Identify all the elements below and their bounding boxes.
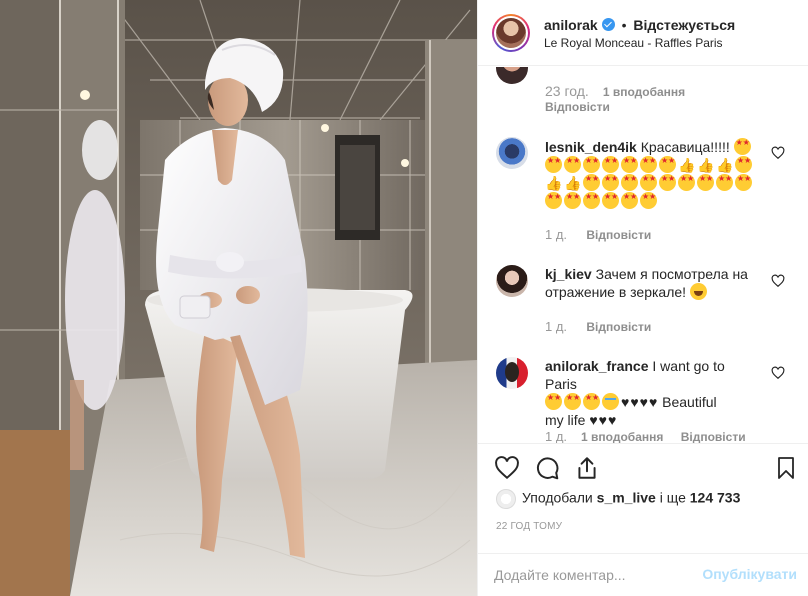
star-eyes-emoji-icon [602,174,619,191]
star-eyes-emoji-icon [659,174,676,191]
comment-meta: 1 д. 1 вподобання Відповісти [545,429,746,443]
verified-badge-icon [601,18,615,31]
star-eyes-emoji-icon [735,156,752,173]
star-eyes-emoji-icon [621,174,638,191]
star-eyes-emoji-icon [545,156,562,173]
star-eyes-emoji-icon [659,156,676,173]
likes-summary[interactable]: Уподобали s_m_live і ще 124 733 [496,489,740,509]
star-eyes-emoji-icon [640,192,657,209]
comment-body: kj_kiev Зачем я посмотрела на отражение … [545,265,760,301]
comments-list[interactable]: 23 год. 1 вподобання Відповісти lesnik_de… [478,67,808,443]
author-avatar[interactable] [492,14,530,52]
post-actions: Уподобали s_m_live і ще 124 733 22 год т… [478,443,808,553]
star-eyes-emoji-icon [678,174,695,191]
separator-dot: • [621,17,627,33]
black-heart-emoji-icon: ♥ [648,394,658,410]
post-header: anilorak • Відстежується Le Royal Moncea… [478,0,808,66]
add-comment-bar: Опублікувати [478,553,808,596]
comment-username[interactable]: anilorak_france [545,358,649,374]
share-icon[interactable] [574,455,600,481]
comment-likes[interactable]: 1 вподобання [603,85,685,99]
comment-meta: 1 д. Відповісти [545,227,651,242]
post-sidebar: anilorak • Відстежується Le Royal Moncea… [477,0,808,596]
following-button[interactable]: Відстежується [633,17,735,33]
star-eyes-emoji-icon [545,393,562,410]
star-eyes-emoji-icon [564,156,581,173]
reply-button[interactable]: Відповісти [586,228,651,242]
star-eyes-emoji-icon [621,156,638,173]
thumbs-up-emoji-icon [697,156,714,174]
star-eyes-emoji-icon [564,393,581,410]
comment-text: Beautiful [662,394,717,410]
star-eyes-emoji-icon [602,192,619,209]
star-eyes-emoji-icon [583,174,600,191]
thumbs-up-emoji-icon [564,174,581,192]
star-eyes-emoji-icon [583,192,600,209]
author-username[interactable]: anilorak [544,17,598,33]
star-eyes-emoji-icon [583,393,600,410]
comment-time: 1 д. [545,429,568,443]
star-eyes-emoji-icon [733,138,751,155]
comment-time: 1 д. [545,319,568,334]
comment-username[interactable]: lesnik_den4ik [545,139,637,155]
black-heart-emoji-icon: ♥ [621,394,630,410]
star-eyes-emoji-icon [697,174,714,191]
comment-body: anilorak_france I want go to Paris ♥♥♥♥ … [545,357,760,429]
like-comment-heart-icon[interactable] [771,274,785,288]
liker-username[interactable]: s_m_live [597,490,656,506]
thumbs-up-emoji-icon [716,156,733,174]
star-eyes-emoji-icon [640,174,657,191]
comment-meta: 1 д. Відповісти [545,319,651,334]
star-eyes-emoji-icon [621,192,638,209]
laughing-tears-emoji-icon [689,283,707,300]
location-link[interactable]: Le Royal Monceau - Raffles Paris [544,36,723,50]
post-comment-button[interactable]: Опублікувати [702,566,797,582]
post-photo[interactable] [0,0,477,596]
comment-icon[interactable] [534,455,560,481]
heart-icon[interactable] [494,455,520,481]
comment-body: lesnik_den4ik Красавица!!!!! [545,138,760,210]
black-heart-emoji-icon: ♥ [630,394,639,410]
author-line: anilorak • Відстежується [544,17,735,33]
star-eyes-emoji-icon [735,174,752,191]
reply-button[interactable]: Відповісти [586,320,651,334]
comment-username[interactable]: kj_kiev [545,266,592,282]
black-heart-emoji-icon: ♥ [598,412,607,428]
thumbs-up-emoji-icon [678,156,695,174]
star-eyes-emoji-icon [602,156,619,173]
comment-input[interactable] [494,562,704,588]
star-eyes-emoji-icon [545,192,562,209]
liker-avatar[interactable] [496,489,516,509]
reply-button[interactable]: Відповісти [545,100,610,114]
comment-avatar[interactable] [496,137,528,169]
comment-avatar[interactable] [496,357,528,389]
comment-time: 23 год. [545,83,589,99]
thumbs-up-emoji-icon [545,174,562,192]
like-comment-heart-icon[interactable] [771,146,785,160]
post-timestamp[interactable]: 22 год тому [496,521,562,532]
comment-avatar[interactable] [496,265,528,297]
comment-text: Красавица!!!!! [640,139,730,155]
crying-emoji-icon [602,393,619,410]
star-eyes-emoji-icon [640,156,657,173]
comment-meta: 23 год. 1 вподобання [545,83,685,99]
like-comment-heart-icon[interactable] [771,366,785,380]
black-heart-emoji-icon: ♥ [639,394,648,410]
likes-prefix: Уподобали [522,489,593,506]
comment-text: my life [545,412,586,428]
likes-middle: і ще [659,489,686,506]
star-eyes-emoji-icon [564,192,581,209]
comment-time: 1 д. [545,227,568,242]
comment-avatar[interactable] [496,67,528,84]
reply-button[interactable]: Відповісти [681,430,746,443]
star-eyes-emoji-icon [716,174,733,191]
post-photo-illustration [0,0,477,596]
bookmark-icon[interactable] [774,455,798,481]
black-heart-emoji-icon: ♥ [589,412,598,428]
comment-likes[interactable]: 1 вподобання [581,430,663,443]
likes-count[interactable]: 124 733 [690,490,741,506]
black-heart-emoji-icon: ♥ [607,412,617,428]
star-eyes-emoji-icon [583,156,600,173]
